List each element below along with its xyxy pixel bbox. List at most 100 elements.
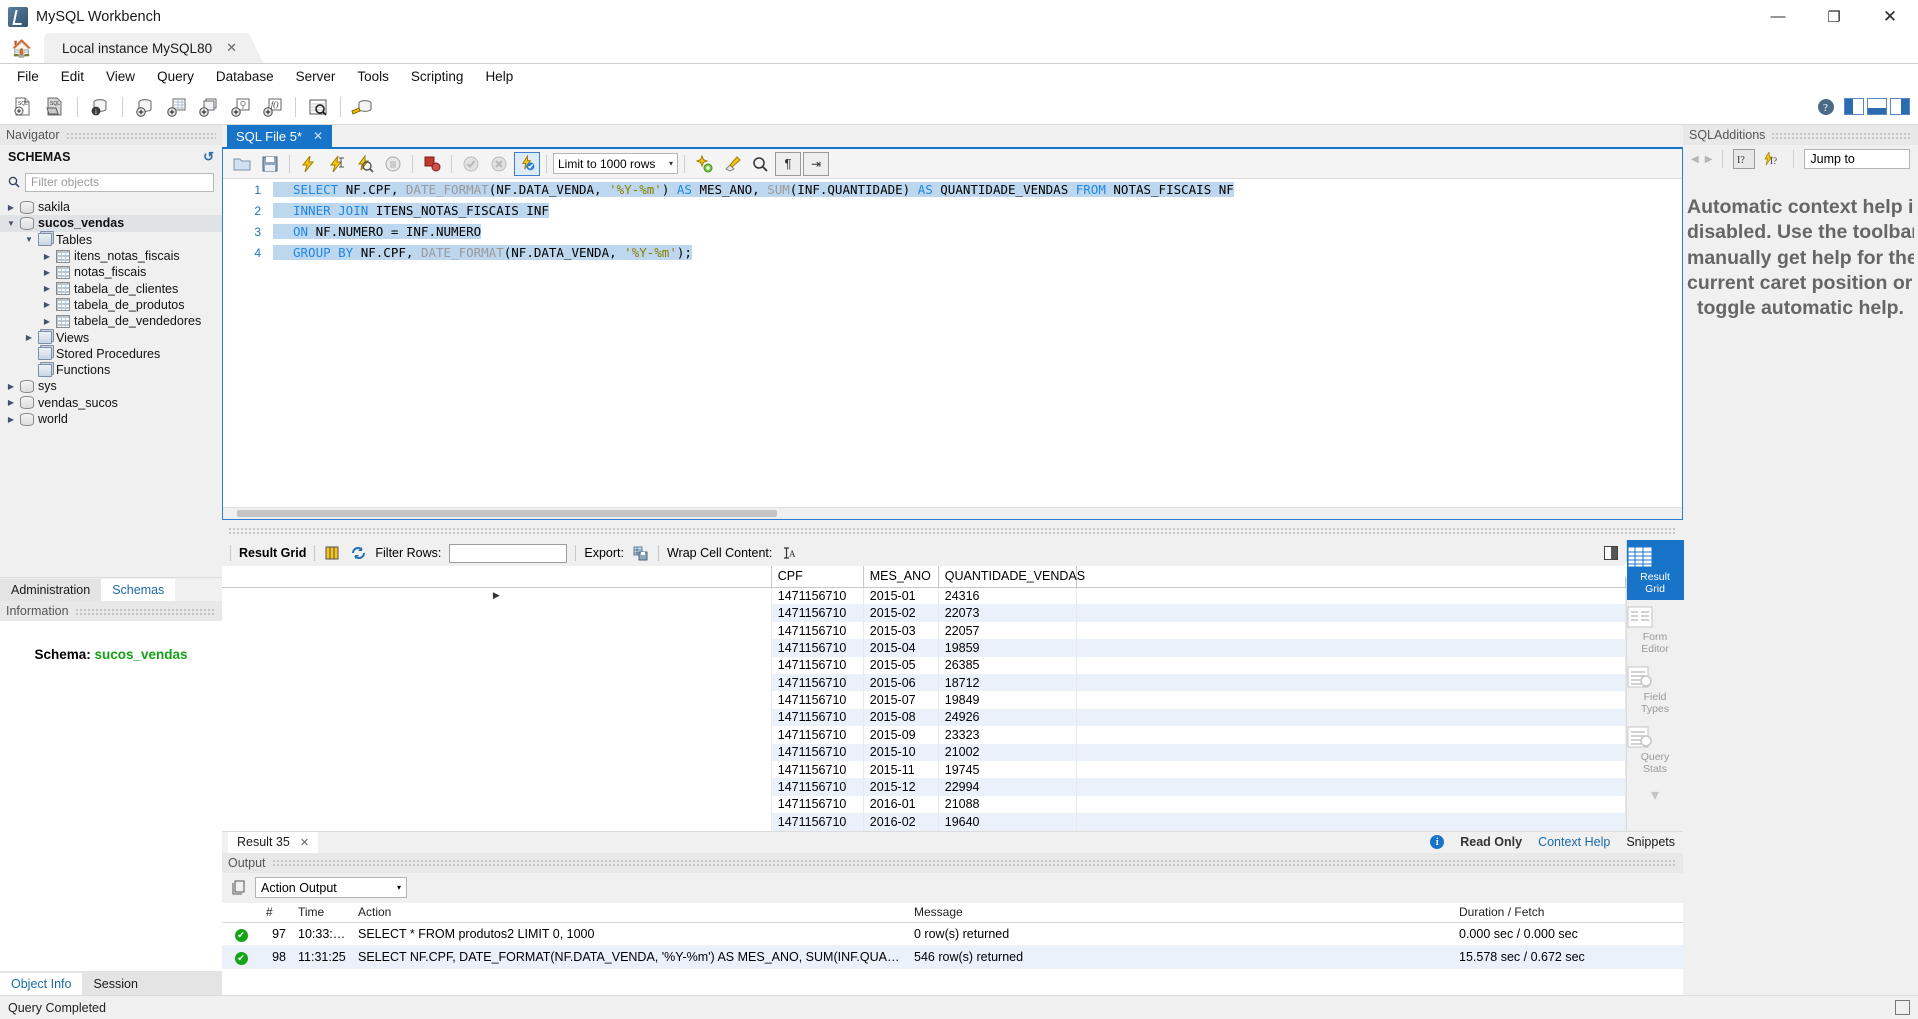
cell-mes-ano[interactable]: 2015-12 <box>863 778 939 796</box>
close-button[interactable]: ✕ <box>1862 0 1918 34</box>
output-type-select[interactable]: Action Output ▾ <box>255 877 407 898</box>
tree-item-tabela-de-vendedores[interactable]: ▶ tabela_de_vendedores <box>0 313 222 329</box>
maximize-panel-icon[interactable] <box>1604 546 1618 561</box>
show-invisible-chars-icon[interactable]: ¶ <box>775 151 801 176</box>
tree-item-itens-notas-fiscais[interactable]: ▶ itens_notas_fiscais <box>0 248 222 264</box>
output-log-icon[interactable] <box>1895 1000 1910 1015</box>
find-icon[interactable] <box>747 152 773 176</box>
menu-scripting[interactable]: Scripting <box>400 67 475 86</box>
cell-cpf[interactable]: 1471156710 <box>771 778 864 796</box>
row-marker[interactable] <box>222 656 772 674</box>
result-grid-table[interactable]: CPF MES_ANO QUANTIDADE_VENDAS ▶ 147115671… <box>222 566 1627 831</box>
cell-filler[interactable] <box>1076 691 1627 709</box>
cell-mes-ano[interactable]: 2015-10 <box>863 743 939 761</box>
cell-cpf[interactable]: 1471156710 <box>771 813 864 831</box>
table-row[interactable]: 1471156710 2015-02 22073 <box>222 604 1627 622</box>
sidebar-item-result-grid[interactable]: Result Grid <box>1618 540 1684 601</box>
cell-cpf[interactable]: 1471156710 <box>771 604 864 622</box>
auto-commit-icon[interactable] <box>514 151 540 176</box>
sidebar-item-field-types[interactable]: Field Types <box>1627 660 1684 720</box>
cell-cpf[interactable]: 1471156710 <box>771 743 864 761</box>
cell-quantidade-vendas[interactable]: 19859 <box>938 639 1077 657</box>
home-tab[interactable]: 🏠 <box>0 33 44 63</box>
connection-info-icon[interactable]: i <box>85 93 115 121</box>
chevron-right-icon[interactable]: ▶ <box>6 382 16 391</box>
menu-tools[interactable]: Tools <box>346 67 400 86</box>
tree-item-sys[interactable]: ▶ sys <box>0 378 222 394</box>
cell-cpf[interactable]: 1471156710 <box>771 621 864 640</box>
tab-snippets[interactable]: Snippets <box>1626 835 1675 849</box>
tree-item-notas-fiscais[interactable]: ▶ notas_fiscais <box>0 264 222 280</box>
tree-item-views[interactable]: ▶ Views <box>0 329 222 345</box>
jump-to-input[interactable]: Jump to <box>1804 149 1910 169</box>
tab-administration[interactable]: Administration <box>0 579 102 602</box>
tab-object-info[interactable]: Object Info <box>0 973 83 995</box>
cell-filler[interactable] <box>1076 587 1627 605</box>
close-icon[interactable]: ✕ <box>313 129 323 143</box>
tree-item-sakila[interactable]: ▶ sakila <box>0 199 222 215</box>
close-icon[interactable]: ✕ <box>300 836 309 849</box>
close-icon[interactable]: ✕ <box>226 40 237 56</box>
menu-query[interactable]: Query <box>146 67 205 86</box>
chevron-down-icon[interactable]: ▾ <box>1627 781 1684 810</box>
cell-mes-ano[interactable]: 2015-05 <box>863 656 939 674</box>
toggle-left-sidebar-icon[interactable] <box>1844 98 1864 115</box>
cell-quantidade-vendas[interactable]: 22073 <box>938 604 1077 622</box>
auto-context-help-icon[interactable]: I? <box>1761 149 1783 169</box>
chevron-right-icon[interactable]: ▶ <box>6 203 16 212</box>
tab-sql-file-5[interactable]: SQL File 5* ✕ <box>227 125 333 147</box>
cell-mes-ano[interactable]: 2015-08 <box>863 708 939 727</box>
sidebar-item-query-stats[interactable]: Query Stats <box>1627 720 1684 780</box>
maximize-button[interactable]: ❐ <box>1806 0 1862 34</box>
sql-code-area[interactable]: 1 SELECT NF.CPF, DATE_FORMAT(NF.DATA_VEND… <box>223 179 1682 508</box>
open-sql-script-icon[interactable]: SQL <box>40 93 70 121</box>
table-row[interactable]: 1471156710 2015-07 19849 <box>222 691 1627 709</box>
save-file-icon[interactable] <box>257 152 283 176</box>
column-header-quantidade-vendas[interactable]: QUANTIDADE_VENDAS <box>938 566 1085 588</box>
new-schema-icon[interactable] <box>130 93 160 121</box>
row-marker[interactable] <box>222 813 772 831</box>
grid-view-icon[interactable] <box>323 544 341 562</box>
table-row[interactable]: 1471156710 2016-02 19640 <box>222 813 1627 831</box>
chevron-right-icon[interactable]: ▶ <box>42 268 52 277</box>
beautify-query-icon[interactable] <box>691 152 717 176</box>
code-line-1[interactable]: 1 SELECT NF.CPF, DATE_FORMAT(NF.DATA_VEND… <box>223 179 1682 200</box>
help-icon[interactable]: ? <box>1811 93 1841 121</box>
cell-filler[interactable] <box>1076 778 1627 796</box>
cell-mes-ano[interactable]: 2015-07 <box>863 691 939 709</box>
cell-quantidade-vendas[interactable]: 23323 <box>938 726 1077 744</box>
cell-quantidade-vendas[interactable]: 19640 <box>938 813 1077 831</box>
row-marker[interactable]: ▶ <box>222 587 772 605</box>
export-recordset-icon[interactable] <box>632 544 650 562</box>
table-row[interactable]: 1471156710 2015-12 22994 <box>222 778 1627 796</box>
table-row[interactable]: ▶ 1471156710 2015-01 24316 <box>222 587 1627 605</box>
chevron-right-icon[interactable]: ▶ <box>6 398 16 407</box>
cell-mes-ano[interactable]: 2015-06 <box>863 673 939 692</box>
info-icon[interactable]: i <box>1430 835 1445 849</box>
row-marker[interactable] <box>222 604 772 622</box>
filter-rows-input[interactable] <box>449 543 568 563</box>
new-view-icon[interactable] <box>194 93 224 121</box>
chevron-right-icon[interactable]: ▶ <box>6 415 16 424</box>
prev-arrow-icon[interactable]: ◀ <box>1691 154 1699 165</box>
chevron-down-icon[interactable]: ▼ <box>6 219 16 228</box>
cell-quantidade-vendas[interactable]: 22994 <box>938 778 1077 796</box>
column-header-mes-ano[interactable]: MES_ANO <box>863 566 939 588</box>
tab-session[interactable]: Session <box>82 973 148 995</box>
cell-quantidade-vendas[interactable]: 24316 <box>938 587 1077 605</box>
row-marker[interactable] <box>222 691 772 709</box>
sidebar-item-form-editor[interactable]: Form Editor <box>1627 600 1684 660</box>
cell-filler[interactable] <box>1076 673 1627 692</box>
chevron-down-icon[interactable]: ▾ <box>665 159 673 168</box>
scrollbar-thumb[interactable] <box>237 510 777 518</box>
toggle-right-sidebar-icon[interactable] <box>1890 98 1910 115</box>
menu-help[interactable]: Help <box>474 67 524 86</box>
cell-mes-ano[interactable]: 2015-11 <box>863 760 939 779</box>
clear-query-icon[interactable] <box>719 152 745 176</box>
toggle-stop-on-error-icon[interactable] <box>419 152 445 176</box>
tree-item-tabela-de-produtos[interactable]: ▶ tabela_de_produtos <box>0 297 222 313</box>
editor-horizontal-scrollbar[interactable] <box>223 507 1682 520</box>
table-row[interactable]: 1471156710 2016-01 21088 <box>222 795 1627 814</box>
table-row[interactable]: 1471156710 2015-08 24926 <box>222 708 1627 727</box>
stop-query-icon[interactable] <box>380 152 406 176</box>
